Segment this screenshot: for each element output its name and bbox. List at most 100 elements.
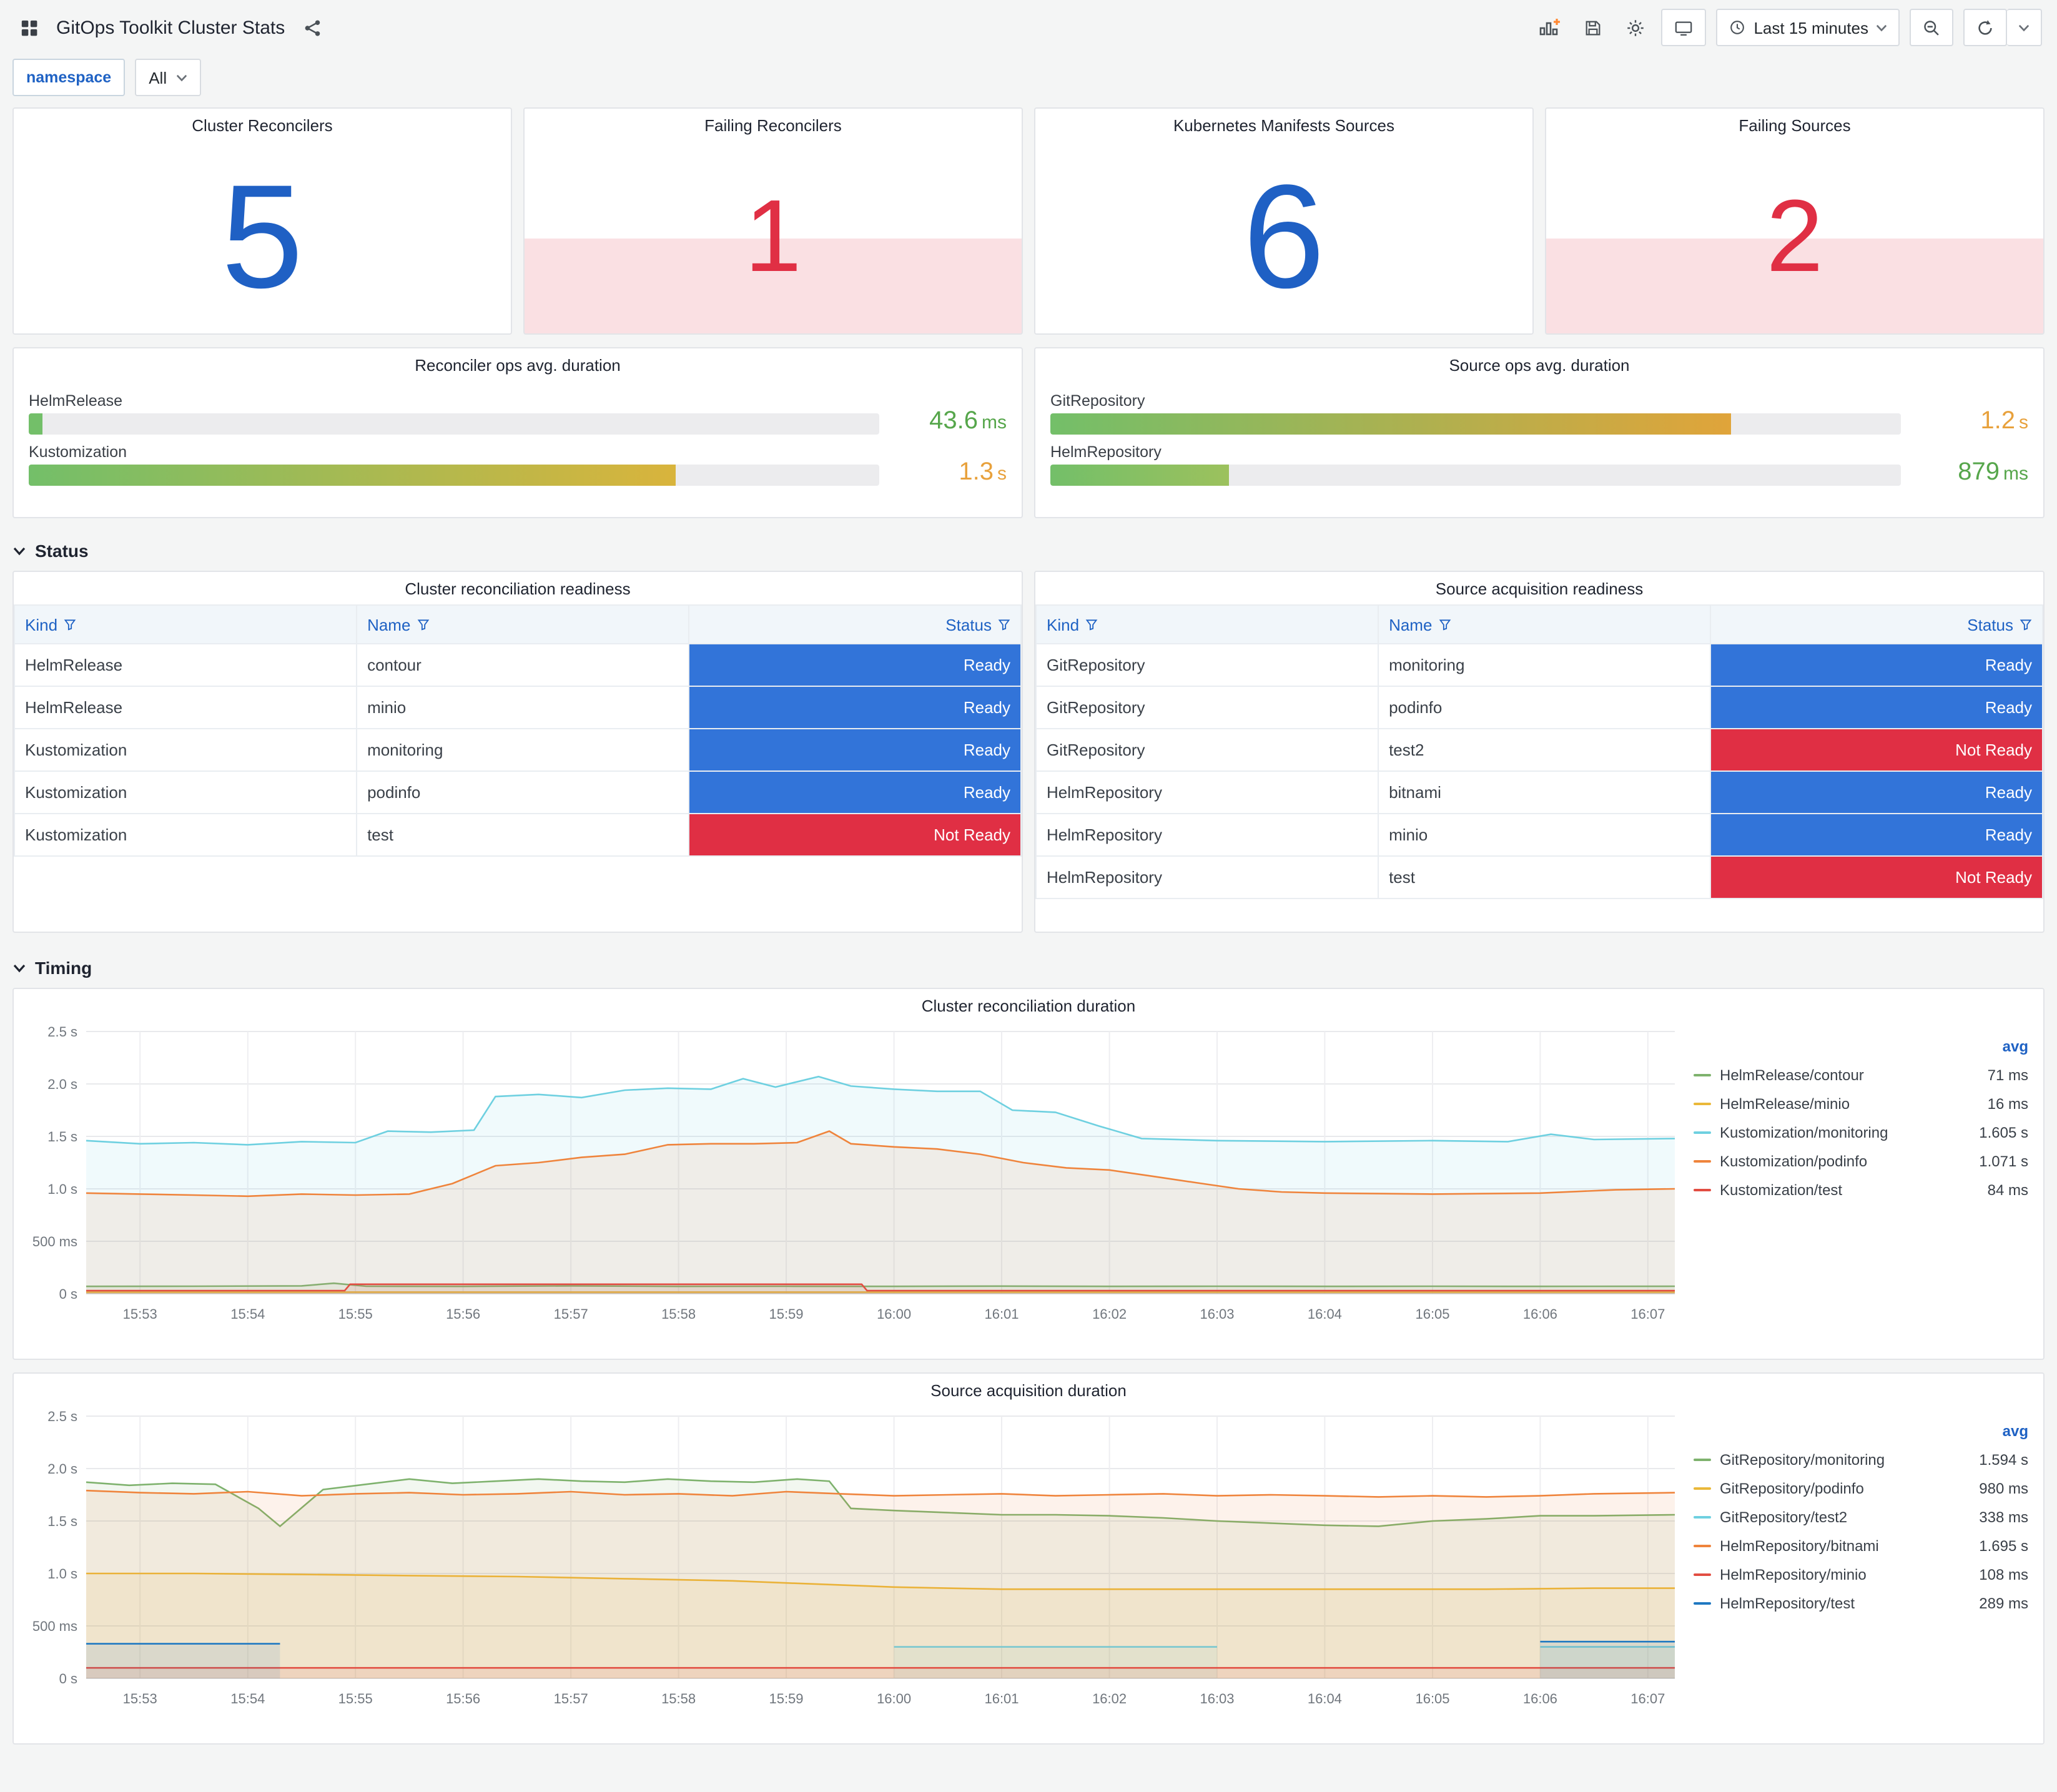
column-header-kind[interactable]: Kind (1035, 604, 1379, 644)
filter-icon[interactable] (2020, 618, 2032, 631)
cell-status: Ready (688, 728, 1022, 772)
status-badge: Not Ready (689, 814, 1020, 855)
page-title: GitOps Toolkit Cluster Stats (56, 17, 285, 38)
svg-text:16:04: 16:04 (1308, 1306, 1342, 1322)
refresh-interval-dropdown[interactable] (2007, 9, 2042, 46)
legend-item-helmrelease-contour[interactable]: HelmRelease/contour 71 ms (1694, 1060, 2028, 1089)
panel-title[interactable]: Failing Sources (1546, 109, 2043, 141)
column-header-name[interactable]: Name (1378, 604, 1711, 644)
panel-title[interactable]: Failing Reconcilers (525, 109, 1022, 141)
column-label: Name (1389, 615, 1433, 634)
legend-series-color (1694, 1073, 1711, 1076)
svg-text:15:55: 15:55 (338, 1691, 373, 1706)
settings-gear-icon[interactable] (1619, 10, 1651, 45)
column-header-kind[interactable]: Kind (14, 604, 358, 644)
svg-text:16:07: 16:07 (1630, 1691, 1665, 1706)
panel-title[interactable]: Source acquisition readiness (1035, 572, 2043, 604)
gauge-value: 1.2 s (1980, 407, 2028, 435)
legend-series-avg: 84 ms (1987, 1181, 2028, 1198)
panel-title[interactable]: Cluster Reconcilers (14, 109, 511, 141)
cell-status: Ready (1710, 686, 2043, 729)
cell-status: Ready (1710, 643, 2043, 687)
column-header-status[interactable]: Status (1710, 604, 2043, 644)
column-header-name[interactable]: Name (356, 604, 689, 644)
panel-title[interactable]: Cluster reconciliation duration (29, 989, 2028, 1022)
cell-status: Ready (688, 686, 1022, 729)
status-badge: Ready (689, 772, 1020, 813)
legend-series-name[interactable]: Kustomization/podinfo (1720, 1152, 1979, 1169)
gauges-row: Reconciler ops avg. duration HelmRelease 4… (0, 347, 2057, 518)
add-panel-icon[interactable] (1534, 10, 1566, 45)
variable-namespace-value: All (149, 68, 167, 87)
time-range-picker[interactable]: Last 15 minutes (1716, 9, 1900, 46)
legend-series-name[interactable]: HelmRelease/contour (1720, 1066, 1988, 1083)
legend-series-name[interactable]: GitRepository/monitoring (1720, 1450, 1979, 1468)
panel-title[interactable]: Reconciler ops avg. duration (14, 348, 1022, 381)
legend-series-name[interactable]: HelmRelease/minio (1720, 1095, 1988, 1112)
legend-series-color (1694, 1544, 1711, 1547)
legend-series-color (1694, 1487, 1711, 1489)
legend-item-gitrepository-test2[interactable]: GitRepository/test2 338 ms (1694, 1502, 2028, 1531)
legend-avg-header[interactable]: avg (1694, 1422, 2028, 1440)
svg-text:15:53: 15:53 (123, 1691, 157, 1706)
legend-series-name[interactable]: HelmRepository/bitnami (1720, 1537, 1979, 1554)
legend-item-helmrepository-test[interactable]: HelmRepository/test 289 ms (1694, 1588, 2028, 1617)
panel-title[interactable]: Source acquisition duration (29, 1374, 2028, 1406)
legend-item-gitrepository-monitoring[interactable]: GitRepository/monitoring 1.594 s (1694, 1445, 2028, 1474)
bar-gauge-track (29, 465, 879, 486)
filter-icon[interactable] (998, 618, 1010, 631)
filter-icon[interactable] (417, 618, 429, 631)
panel-title[interactable]: Cluster reconciliation readiness (14, 572, 1022, 604)
zoom-out-button[interactable] (1910, 9, 1953, 46)
variable-namespace-select[interactable]: All (135, 59, 201, 96)
stat-value: 5 (221, 155, 303, 320)
column-header-status[interactable]: Status (688, 604, 1022, 644)
legend-series-name[interactable]: GitRepository/test2 (1720, 1508, 1979, 1525)
save-icon[interactable] (1576, 10, 1609, 45)
section-header-timing[interactable]: Timing (0, 950, 2057, 985)
gauge-value: 1.3 s (959, 458, 1007, 486)
stat-panel-failing-reconcilers: Failing Reconcilers 1 (523, 107, 1023, 335)
svg-text:0 s: 0 s (59, 1671, 77, 1686)
stat-value: 6 (1243, 155, 1325, 320)
refresh-button[interactable] (1963, 9, 2007, 46)
tables-row: Cluster reconciliation readiness Kind Name… (0, 571, 2057, 933)
cell-name: test2 (1378, 728, 1711, 772)
legend-item-helmrepository-bitnami[interactable]: HelmRepository/bitnami 1.695 s (1694, 1531, 2028, 1560)
legend-series-name[interactable]: Kustomization/monitoring (1720, 1123, 1979, 1141)
legend-series-color (1694, 1573, 1711, 1575)
tv-mode-button[interactable] (1661, 9, 1707, 46)
legend-series-name[interactable]: Kustomization/test (1720, 1181, 1988, 1198)
legend-item-kustomization-test[interactable]: Kustomization/test 84 ms (1694, 1175, 2028, 1204)
cell-status: Not Ready (1710, 855, 2043, 899)
cell-status: Ready (688, 770, 1022, 814)
time-series-chart: 0 s 500 ms 1.0 s 1.5 s 2.0 s 2.5 s 15:53 15:54 1… (32, 1024, 1675, 1322)
panel-title[interactable]: Kubernetes Manifests Sources (1035, 109, 1532, 141)
legend-avg-header[interactable]: avg (1694, 1038, 2028, 1055)
section-header-status[interactable]: Status (0, 533, 2057, 568)
variable-namespace-label[interactable]: namespace (12, 59, 126, 96)
gauge-row-helmrelease: HelmRelease 43.6 ms (29, 392, 1007, 435)
table-row: Kustomization monitoring Ready (14, 728, 1022, 772)
legend-item-helmrelease-minio[interactable]: HelmRelease/minio 16 ms (1694, 1089, 2028, 1118)
legend-series-name[interactable]: HelmRepository/minio (1720, 1565, 1979, 1583)
legend-item-gitrepository-podinfo[interactable]: GitRepository/podinfo 980 ms (1694, 1474, 2028, 1502)
legend-series-name[interactable]: HelmRepository/test (1720, 1594, 1979, 1612)
legend-item-helmrepository-minio[interactable]: HelmRepository/minio 108 ms (1694, 1560, 2028, 1588)
legend-item-kustomization-monitoring[interactable]: Kustomization/monitoring 1.605 s (1694, 1118, 2028, 1146)
table-row: HelmRepository bitnami Ready (1035, 770, 2043, 814)
filter-icon[interactable] (64, 618, 76, 631)
cell-kind: HelmRelease (14, 643, 358, 687)
filter-icon[interactable] (1085, 618, 1098, 631)
legend-item-kustomization-podinfo[interactable]: Kustomization/podinfo 1.071 s (1694, 1146, 2028, 1175)
cell-kind: HelmRepository (1035, 813, 1379, 857)
share-icon[interactable] (296, 10, 328, 45)
status-badge: Not Ready (1711, 857, 2042, 898)
legend-series-name[interactable]: GitRepository/podinfo (1720, 1479, 1979, 1497)
gauge-label: HelmRelease (29, 392, 123, 410)
panel-title[interactable]: Source ops avg. duration (1035, 348, 2043, 381)
cell-status: Not Ready (1710, 728, 2043, 772)
filter-icon[interactable] (1438, 618, 1451, 631)
table-row: GitRepository monitoring Ready (1035, 643, 2043, 687)
svg-text:16:02: 16:02 (1092, 1691, 1127, 1706)
